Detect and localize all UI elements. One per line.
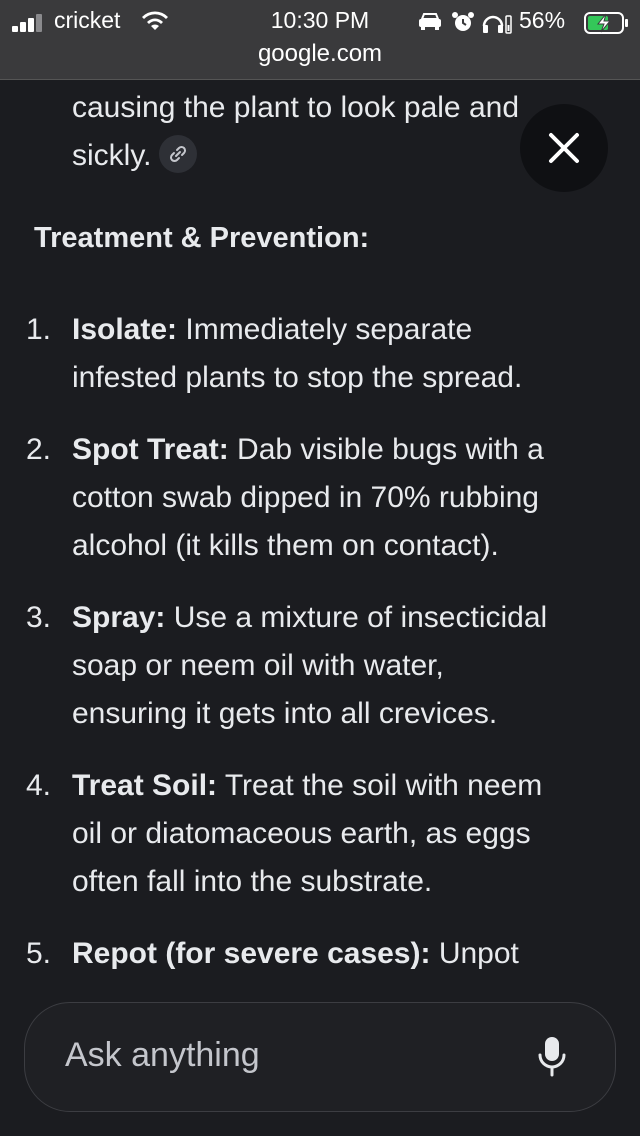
item-line: Dab visible bugs with a [228,433,544,466]
item-line: Unpot [430,937,519,970]
item-line: Treat the soil with neem [217,769,543,802]
item-title: Treat Soil: [72,769,218,802]
intro-text: sickly. [72,139,152,172]
headphones-icon [482,15,512,34]
item-line: alcohol (it kills them on contact). [72,529,499,562]
list-number: 4. [26,769,52,802]
list-number: 2. [26,433,52,466]
item-title: Spray: [72,601,166,634]
microphone-icon[interactable] [537,1035,567,1077]
link-icon [170,146,187,163]
list-number: 3. [26,601,52,634]
item-line: infested plants to stop the spread. [72,361,523,394]
item-line: Use a mixture of insecticidal [165,601,548,634]
ask-input[interactable]: Ask anything [24,1002,616,1112]
item-line: ensuring it gets into all crevices. [72,697,498,730]
ask-placeholder: Ask anything [65,1036,260,1074]
list-text: Spray: Use a mixture of insecticidal soa… [72,594,612,738]
intro-text-line: causing the plant to look pale and [72,91,519,124]
close-icon [549,133,579,163]
list-text: Repot (for severe cases): Unpot [72,930,612,978]
composer-area: Ask anything [0,1000,640,1136]
source-link-button[interactable] [159,135,198,174]
item-line: often fall into the substrate. [72,865,433,898]
response-content: causing the plant to look pale and sickl… [0,80,640,1000]
close-button[interactable] [520,104,608,192]
item-line: cotton swab dipped in 70% rubbing [72,481,539,514]
car-icon [419,13,441,30]
screen: cricket 10:30 PM 56% google.com causing … [0,0,640,1136]
status-bar: cricket 10:30 PM 56% google.com [0,0,640,80]
intro-text-line-2: sickly. [72,132,198,180]
item-title: Spot Treat: [72,433,229,466]
section-heading: Treatment & Prevention: [34,222,370,254]
list-text: Treat Soil: Treat the soil with neem oil… [72,762,612,906]
item-line: Immediately separate [177,313,473,346]
item-line: soap or neem oil with water, [72,649,444,682]
alarm-icon [452,12,474,31]
list-number: 1. [26,313,52,346]
item-title: Isolate: [72,313,178,346]
list-number: 5. [26,937,52,970]
item-title: Repot (for severe cases): [72,937,431,970]
battery-percent: 56% [519,7,566,33]
battery-icon [584,12,628,34]
item-line: oil or diatomaceous earth, as eggs [72,817,531,850]
list-text: Spot Treat: Dab visible bugs with a cott… [72,426,612,570]
list-text: Isolate: Immediately separate infested p… [72,306,612,402]
page-url[interactable]: google.com [0,40,640,68]
